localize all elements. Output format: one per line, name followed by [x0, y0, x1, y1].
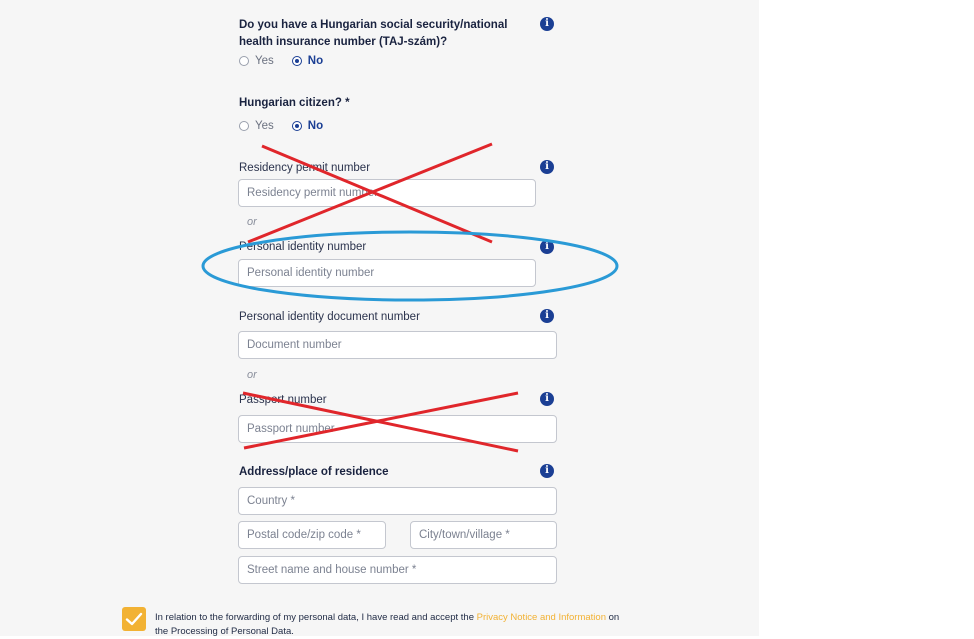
document-number-input[interactable]	[238, 331, 557, 359]
or-separator: or	[247, 369, 257, 381]
country-input[interactable]	[238, 487, 557, 515]
personal-id-label: Personal identity number	[239, 241, 367, 253]
info-icon[interactable]: i	[540, 309, 554, 323]
info-icon[interactable]: i	[540, 160, 554, 174]
taj-yes-radio[interactable]	[239, 56, 249, 66]
citizen-yes-label[interactable]: Yes	[255, 120, 274, 132]
taj-no-radio[interactable]	[291, 56, 302, 66]
passport-label: Passport number	[239, 394, 327, 406]
citizen-question: Hungarian citizen? *	[239, 97, 350, 109]
privacy-notice-link[interactable]: Privacy Notice and Information	[477, 612, 606, 623]
consent-line2: the Processing of Personal Data.	[155, 626, 294, 637]
citizen-no-radio[interactable]	[291, 121, 302, 131]
info-icon[interactable]: i	[540, 17, 554, 31]
taj-question: Do you have a Hungarian social security/…	[239, 17, 507, 51]
consent-text-before: In relation to the forwarding of my pers…	[155, 612, 477, 623]
taj-question-line1: Do you have a Hungarian social security/…	[239, 19, 508, 31]
or-separator: or	[247, 216, 257, 228]
postal-code-input[interactable]	[238, 521, 386, 549]
street-input[interactable]	[238, 556, 557, 584]
checkmark-icon	[125, 612, 143, 626]
info-icon[interactable]: i	[540, 240, 554, 254]
consent-text: In relation to the forwarding of my pers…	[155, 611, 695, 639]
citizen-yes-radio[interactable]	[239, 121, 249, 131]
residency-label: Residency permit number	[239, 162, 371, 174]
consent-checkbox[interactable]	[122, 607, 146, 631]
taj-question-line2: health insurance number (TAJ-szám)?	[239, 36, 448, 48]
taj-no-label[interactable]: No	[308, 55, 323, 67]
residency-input[interactable]	[238, 179, 536, 207]
consent-text-after: on	[606, 612, 620, 623]
passport-input[interactable]	[238, 415, 557, 443]
taj-yes-label[interactable]: Yes	[255, 55, 274, 67]
consent-line1: In relation to the forwarding of my pers…	[155, 611, 695, 625]
citizen-radio-group: Yes No	[239, 120, 323, 132]
address-heading: Address/place of residence	[239, 466, 389, 478]
city-input[interactable]	[410, 521, 557, 549]
citizen-no-label[interactable]: No	[308, 120, 323, 132]
info-icon[interactable]: i	[540, 392, 554, 406]
taj-radio-group: Yes No	[239, 55, 323, 67]
id-document-label: Personal identity document number	[239, 311, 420, 323]
info-icon[interactable]: i	[540, 464, 554, 478]
personal-id-input[interactable]	[238, 259, 536, 287]
